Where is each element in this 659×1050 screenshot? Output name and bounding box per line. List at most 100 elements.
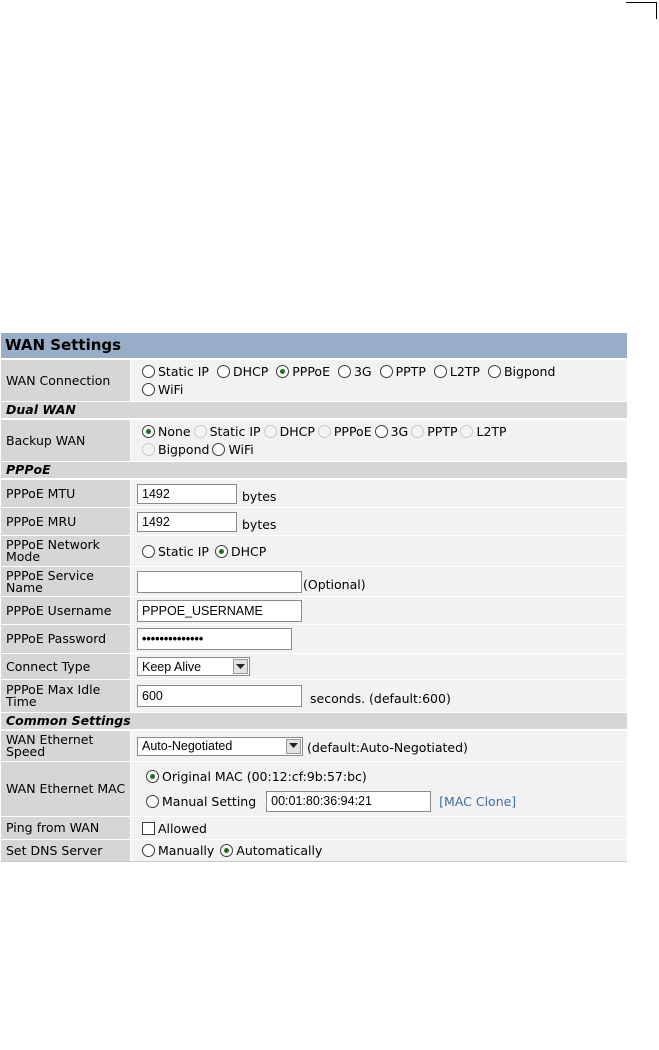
- radio-button-disabled: [193, 425, 207, 438]
- wan-ethernet-speed-label: WAN Ethernet Speed: [1, 731, 130, 761]
- pppoe-service-name-value: (Optional): [130, 567, 627, 596]
- pppoe-mtu-label: PPPoE MTU: [1, 480, 130, 507]
- wan-connection-pptp[interactable]: PPTP: [379, 364, 426, 379]
- backup-wan-dhcp: DHCP: [263, 424, 315, 439]
- row-pppoe-max-idle: PPPoE Max Idle Time 600 seconds. (defaul…: [1, 679, 627, 712]
- wan-ethernet-mac-options: Original MAC (00:12:cf:9b:57:bc) Manual …: [130, 762, 627, 816]
- wan-ethernet-speed-value: Auto-Negotiated (default:Auto-Negotiated…: [130, 731, 627, 761]
- pppoe-service-name-label: PPPoE Service Name: [1, 567, 130, 596]
- pppoe-username-label: PPPoE Username: [1, 597, 130, 624]
- connect-type-select[interactable]: Keep Alive: [137, 657, 250, 676]
- radio-button[interactable]: [379, 365, 393, 378]
- radio-button[interactable]: [142, 365, 155, 378]
- row-wan-ethernet-speed: WAN Ethernet Speed Auto-Negotiated (defa…: [1, 730, 627, 761]
- ping-from-wan-value: Allowed: [130, 817, 627, 839]
- radio-button-disabled: [460, 425, 474, 438]
- pppoe-max-idle-value: 600 seconds. (default:600): [130, 680, 627, 712]
- wan-connection-label: WAN Connection: [1, 360, 130, 401]
- set-dns-server-label: Set DNS Server: [1, 840, 130, 861]
- backup-wan-3g[interactable]: 3G: [374, 424, 408, 439]
- pppoe-max-idle-hint: seconds. (default:600): [310, 690, 451, 706]
- radio-button[interactable]: [212, 443, 226, 456]
- pppoe-mtu-value: 1492 bytes: [130, 480, 627, 507]
- page-corner-mark: [626, 2, 657, 19]
- backup-wan-none[interactable]: None: [142, 424, 191, 439]
- row-pppoe-mru: PPPoE MRU 1492 bytes: [1, 507, 627, 535]
- mac-manual-option[interactable]: Manual Setting: [146, 794, 256, 809]
- radio-button-checked[interactable]: [146, 769, 159, 783]
- radio-button[interactable]: [142, 844, 155, 857]
- panel-title: WAN Settings: [1, 333, 627, 359]
- row-pppoe-mtu: PPPoE MTU 1492 bytes: [1, 479, 627, 507]
- row-wan-ethernet-mac: WAN Ethernet MAC Original MAC (00:12:cf:…: [1, 761, 627, 816]
- radio-button-disabled: [263, 425, 277, 438]
- row-wan-connection: WAN Connection Static IP DHCP PPPoE 3G P…: [1, 359, 627, 401]
- radio-button[interactable]: [146, 794, 159, 808]
- row-pppoe-password: PPPoE Password ••••••••••••••: [1, 624, 627, 653]
- pppoe-service-name-input[interactable]: [137, 570, 302, 593]
- pppoe-username-input[interactable]: PPPOE_USERNAME: [137, 599, 302, 622]
- dns-manually-option[interactable]: Manually: [142, 843, 214, 858]
- radio-button[interactable]: [487, 365, 501, 378]
- wan-connection-l2tp[interactable]: L2TP: [433, 364, 480, 379]
- row-backup-wan: Backup WAN None Static IP DHCP PPPoE 3G …: [1, 419, 627, 461]
- radio-button-disabled: [142, 443, 155, 456]
- wan-connection-static-ip[interactable]: Static IP: [142, 364, 209, 379]
- wan-ethernet-mac-label: WAN Ethernet MAC: [1, 762, 130, 816]
- pppoe-mru-value: 1492 bytes: [130, 508, 627, 535]
- wan-connection-bigpond[interactable]: Bigpond: [487, 364, 555, 379]
- connect-type-label: Connect Type: [1, 654, 130, 679]
- set-dns-server-options: Manually Automatically: [130, 840, 627, 861]
- radio-button[interactable]: [337, 365, 351, 378]
- connect-type-value: Keep Alive: [130, 654, 627, 679]
- pppoe-network-mode-label: PPPoE Network Mode: [1, 536, 130, 566]
- chevron-down-icon[interactable]: [233, 659, 248, 674]
- radio-button[interactable]: [374, 425, 388, 438]
- wan-connection-dhcp[interactable]: DHCP: [216, 364, 268, 379]
- chevron-down-icon[interactable]: [286, 738, 301, 754]
- pppoe-network-mode-options: Static IP DHCP: [130, 536, 627, 566]
- pppoe-mru-label: PPPoE MRU: [1, 508, 130, 535]
- pppoe-mru-unit: bytes: [242, 517, 277, 532]
- row-pppoe-username: PPPoE Username PPPOE_USERNAME: [1, 596, 627, 624]
- backup-wan-static-ip: Static IP: [193, 424, 261, 439]
- pppoe-mru-input[interactable]: 1492: [137, 511, 237, 532]
- wan-connection-options: Static IP DHCP PPPoE 3G PPTP L2TP Bigpon…: [130, 360, 627, 401]
- mac-clone-link[interactable]: [MAC Clone]: [439, 794, 516, 809]
- pppoe-service-name-hint: (Optional): [303, 576, 366, 592]
- radio-button-disabled: [411, 425, 425, 438]
- pppoe-password-value: ••••••••••••••: [130, 625, 627, 653]
- wan-connection-wifi[interactable]: WiFi: [142, 382, 183, 397]
- pppoe-max-idle-input[interactable]: 600: [137, 685, 302, 707]
- ping-from-wan-label: Ping from WAN: [1, 817, 130, 839]
- radio-button[interactable]: [142, 544, 155, 558]
- wan-connection-pppoe[interactable]: PPPoE: [276, 364, 330, 379]
- network-mode-dhcp[interactable]: DHCP: [214, 544, 266, 559]
- pppoe-max-idle-label: PPPoE Max Idle Time: [1, 680, 130, 712]
- radio-button[interactable]: [433, 365, 447, 378]
- mac-manual-input[interactable]: 00:01:80:36:94:21: [266, 790, 432, 812]
- network-mode-static-ip[interactable]: Static IP: [142, 544, 209, 559]
- ping-allowed-option[interactable]: Allowed: [142, 821, 207, 836]
- radio-button-checked[interactable]: [276, 365, 290, 378]
- backup-wan-wifi[interactable]: WiFi: [212, 442, 254, 457]
- pppoe-mtu-unit: bytes: [242, 489, 277, 504]
- row-pppoe-service-name: PPPoE Service Name (Optional): [1, 566, 627, 596]
- mac-original-option[interactable]: Original MAC (00:12:cf:9b:57:bc): [146, 769, 367, 784]
- radio-button[interactable]: [216, 365, 230, 378]
- radio-button[interactable]: [142, 383, 155, 396]
- pppoe-password-input[interactable]: ••••••••••••••: [137, 628, 292, 650]
- checkbox[interactable]: [142, 821, 155, 835]
- radio-button-checked[interactable]: [142, 425, 155, 438]
- wan-connection-3g[interactable]: 3G: [337, 364, 372, 379]
- row-connect-type: Connect Type Keep Alive: [1, 653, 627, 679]
- row-set-dns-server: Set DNS Server Manually Automatically: [1, 839, 627, 861]
- radio-button-checked[interactable]: [214, 544, 228, 558]
- pppoe-mtu-input[interactable]: 1492: [137, 483, 237, 504]
- wan-settings-panel: WAN Settings WAN Connection Static IP DH…: [1, 333, 627, 862]
- backup-wan-options: None Static IP DHCP PPPoE 3G PPTP L2TP B…: [130, 420, 627, 461]
- radio-button-disabled: [317, 425, 331, 438]
- radio-button-checked[interactable]: [220, 844, 234, 857]
- dns-automatically-option[interactable]: Automatically: [220, 843, 322, 858]
- wan-ethernet-speed-select[interactable]: Auto-Negotiated: [137, 736, 303, 756]
